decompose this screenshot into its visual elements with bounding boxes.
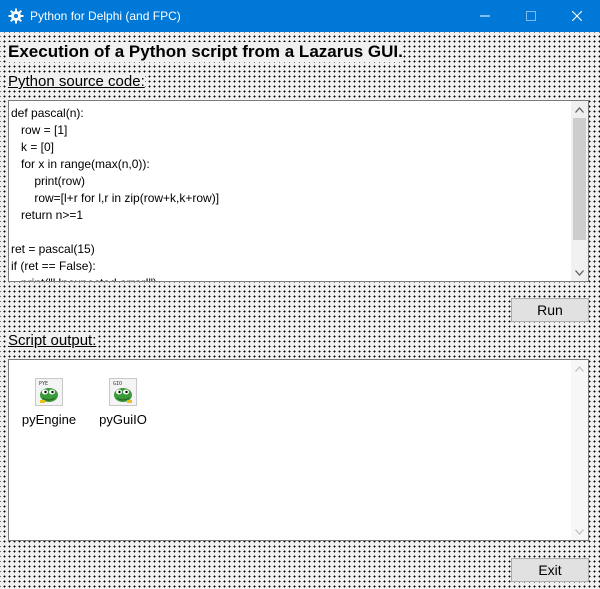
source-code-text[interactable]: def pascal(n): row = [1] k = [0] for x i… <box>11 105 568 281</box>
output-scrollbar[interactable] <box>571 360 588 540</box>
scroll-down-button[interactable] <box>571 264 588 281</box>
source-code-memo[interactable]: def pascal(n): row = [1] k = [0] for x i… <box>8 100 589 282</box>
py-engine-component[interactable]: PYE pyEngine <box>9 378 89 427</box>
chevron-down-icon <box>575 528 584 535</box>
svg-text:GIO: GIO <box>113 381 122 387</box>
window-title: Python for Delphi (and FPC) <box>30 9 181 23</box>
close-icon <box>572 11 582 21</box>
script-output-panel[interactable]: PYE pyEngine GIO pyGuiIO <box>8 359 589 541</box>
close-button[interactable] <box>554 0 600 32</box>
maximize-icon <box>526 11 536 21</box>
py-guiio-label: pyGuiIO <box>99 412 147 427</box>
page-title: Execution of a Python script from a Laza… <box>8 42 403 62</box>
py-engine-label: pyEngine <box>21 412 77 427</box>
minimize-button[interactable] <box>462 0 508 32</box>
exit-button[interactable]: Exit <box>511 558 589 582</box>
maximize-button[interactable] <box>508 0 554 32</box>
gear-icon[interactable] <box>8 8 24 24</box>
svg-text:PYE: PYE <box>39 381 48 387</box>
chevron-up-icon <box>575 365 584 372</box>
form-client-area: Execution of a Python script from a Laza… <box>0 32 600 589</box>
chevron-up-icon <box>575 106 584 113</box>
scroll-thumb[interactable] <box>573 118 586 240</box>
script-output-label: Script output: <box>8 332 97 349</box>
output-scroll-down-button[interactable] <box>571 523 588 540</box>
source-code-label: Python source code: <box>8 73 145 90</box>
python-engine-icon: PYE <box>35 378 63 406</box>
chevron-down-icon <box>575 269 584 276</box>
run-button[interactable]: Run <box>511 298 589 322</box>
python-guiio-icon: GIO <box>109 378 137 406</box>
source-code-scrollbar[interactable] <box>571 101 588 281</box>
title-bar[interactable]: Python for Delphi (and FPC) <box>0 0 600 32</box>
scroll-up-button[interactable] <box>571 101 588 118</box>
minimize-icon <box>480 15 490 17</box>
output-scroll-up-button[interactable] <box>571 360 588 377</box>
py-guiio-component[interactable]: GIO pyGuiIO <box>83 378 163 427</box>
